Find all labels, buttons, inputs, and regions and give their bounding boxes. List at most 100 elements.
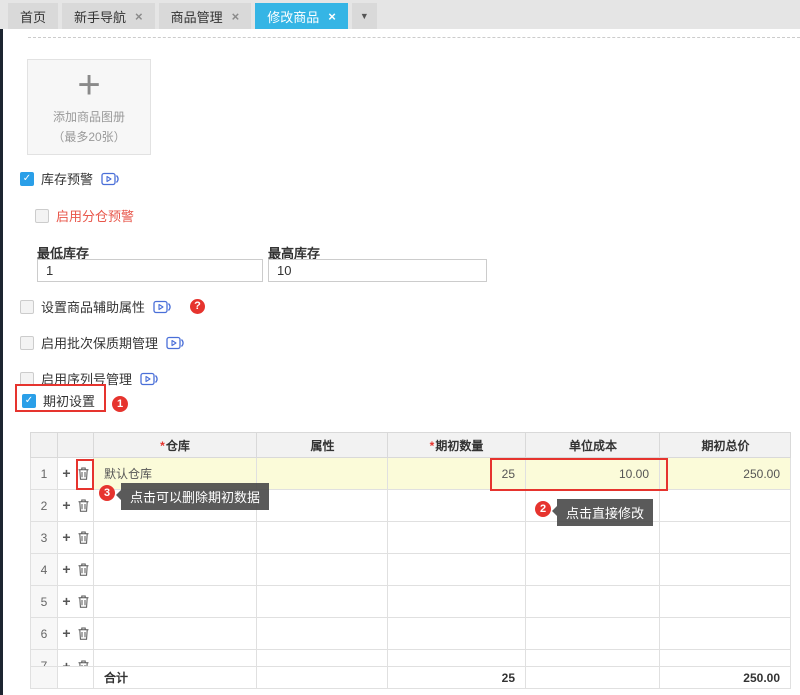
chevron-down-icon: ▼ <box>360 11 369 21</box>
total-attr <box>257 667 388 689</box>
step-badge-1: 1 <box>112 396 128 412</box>
initial-qty-cell[interactable] <box>388 618 526 650</box>
initial-total-cell <box>660 554 791 586</box>
initial-qty-cell[interactable] <box>388 554 526 586</box>
warehouse-cell[interactable] <box>94 650 257 667</box>
close-icon[interactable]: × <box>328 9 336 24</box>
row-number: 2 <box>31 490 58 522</box>
aux-attr-label: 设置商品辅助属性 <box>41 297 145 316</box>
warehouse-cell[interactable] <box>94 618 257 650</box>
edit-product-page: 首页 新手导航 × 商品管理 × 修改商品 × ▼ + 添加商品图册 （最多20… <box>0 0 800 695</box>
row-actions: + <box>58 490 94 522</box>
total-row-spacer <box>58 667 94 689</box>
step-badge-2: 2 <box>535 501 551 517</box>
add-row-icon[interactable]: + <box>62 529 70 545</box>
delete-row-icon[interactable] <box>78 499 89 515</box>
initial-qty-header: *期初数量 <box>388 433 526 458</box>
add-row-icon[interactable]: + <box>62 593 70 609</box>
initial-qty-cell[interactable] <box>388 490 526 522</box>
initial-total-header: 期初总价 <box>660 433 791 458</box>
initial-total-cell: 250.00 <box>660 458 791 490</box>
sidebar-edge <box>0 29 3 695</box>
attribute-cell[interactable] <box>257 458 388 490</box>
row-number: 1 <box>31 458 58 490</box>
stock-warning-row: ✓ 库存预警 <box>20 169 120 188</box>
delete-row-icon[interactable] <box>78 563 89 579</box>
initial-total-cell <box>660 618 791 650</box>
tab-label: 修改商品 <box>267 7 319 26</box>
video-tutorial-icon[interactable] <box>140 372 159 386</box>
add-row-icon[interactable]: + <box>62 465 70 481</box>
stock-warning-checkbox[interactable]: ✓ <box>20 172 34 186</box>
initial-total-cell <box>660 490 791 522</box>
close-icon[interactable]: × <box>232 9 240 24</box>
row-number: 7 <box>31 650 58 667</box>
delete-row-icon[interactable] <box>78 595 89 611</box>
unit-cost-cell[interactable] <box>526 586 660 618</box>
video-tutorial-icon[interactable] <box>101 172 120 186</box>
close-icon[interactable]: × <box>135 9 143 24</box>
attribute-cell[interactable] <box>257 586 388 618</box>
unit-cost-cell[interactable] <box>526 650 660 667</box>
tab-label: 新手导航 <box>74 7 126 26</box>
add-row-icon[interactable]: + <box>62 497 70 513</box>
delete-row-icon[interactable] <box>78 531 89 547</box>
row-actions: + <box>58 618 94 650</box>
help-icon[interactable]: ? <box>190 299 205 314</box>
add-row-icon[interactable]: + <box>62 658 70 666</box>
tab-beginner-guide[interactable]: 新手导航 × <box>62 3 155 29</box>
unit-cost-cell[interactable] <box>526 522 660 554</box>
video-tutorial-icon[interactable] <box>166 336 185 350</box>
row-actions: + <box>58 650 94 667</box>
add-product-image-button[interactable]: + 添加商品图册 （最多20张） <box>27 59 151 155</box>
warehouse-cell[interactable] <box>94 586 257 618</box>
attribute-cell[interactable] <box>257 650 388 667</box>
total-row: 合计 25 250.00 <box>31 667 791 689</box>
initial-total-cell <box>660 586 791 618</box>
attribute-cell[interactable] <box>257 618 388 650</box>
initial-qty-cell[interactable] <box>388 650 526 667</box>
add-row-icon[interactable]: + <box>62 561 70 577</box>
table-row: 6 + <box>31 618 791 650</box>
tab-edit-product[interactable]: 修改商品 × <box>255 3 348 29</box>
highlight-box-delete-icon <box>76 459 94 490</box>
delete-row-icon[interactable] <box>78 660 89 666</box>
total-amount: 250.00 <box>660 667 791 689</box>
min-stock-input[interactable] <box>37 259 263 282</box>
aux-attr-row: 设置商品辅助属性 ? <box>20 297 205 316</box>
warehouse-header: *仓库 <box>94 433 257 458</box>
unit-cost-header: 单位成本 <box>526 433 660 458</box>
batch-expiry-row: 启用批次保质期管理 <box>20 333 185 352</box>
tab-list-dropdown[interactable]: ▼ <box>352 3 377 29</box>
highlight-box-initial-setup <box>15 384 106 412</box>
attribute-cell[interactable] <box>257 522 388 554</box>
dashed-divider <box>28 37 800 38</box>
total-row-spacer <box>31 667 58 689</box>
batch-expiry-checkbox[interactable] <box>20 336 34 350</box>
warehouse-cell[interactable] <box>94 554 257 586</box>
initial-stock-table: *仓库 属性 *期初数量 单位成本 期初总价 1 + 默认仓库 25 10.00… <box>30 432 791 695</box>
row-number: 3 <box>31 522 58 554</box>
aux-attr-checkbox[interactable] <box>20 300 34 314</box>
attribute-cell[interactable] <box>257 490 388 522</box>
max-stock-input[interactable] <box>268 259 487 282</box>
sub-warehouse-warning-row: 启用分仓预警 <box>35 206 134 225</box>
warehouse-cell[interactable] <box>94 522 257 554</box>
table-row-partial: 7 + <box>31 650 791 667</box>
add-row-icon[interactable]: + <box>62 625 70 641</box>
unit-cost-cell[interactable] <box>526 618 660 650</box>
tab-product-management[interactable]: 商品管理 × <box>159 3 252 29</box>
sub-warehouse-warning-checkbox[interactable] <box>35 209 49 223</box>
initial-total-cell <box>660 650 791 667</box>
initial-qty-cell[interactable] <box>388 522 526 554</box>
upload-label: 添加商品图册 <box>28 108 150 125</box>
table-header-row: *仓库 属性 *期初数量 单位成本 期初总价 <box>31 433 791 458</box>
unit-cost-cell[interactable] <box>526 554 660 586</box>
tooltip-edit-directly: 点击直接修改 <box>557 499 653 526</box>
delete-row-icon[interactable] <box>78 627 89 643</box>
initial-qty-cell[interactable] <box>388 586 526 618</box>
row-actions: + <box>58 522 94 554</box>
attribute-cell[interactable] <box>257 554 388 586</box>
video-tutorial-icon[interactable] <box>153 300 172 314</box>
tab-home[interactable]: 首页 <box>8 3 58 29</box>
